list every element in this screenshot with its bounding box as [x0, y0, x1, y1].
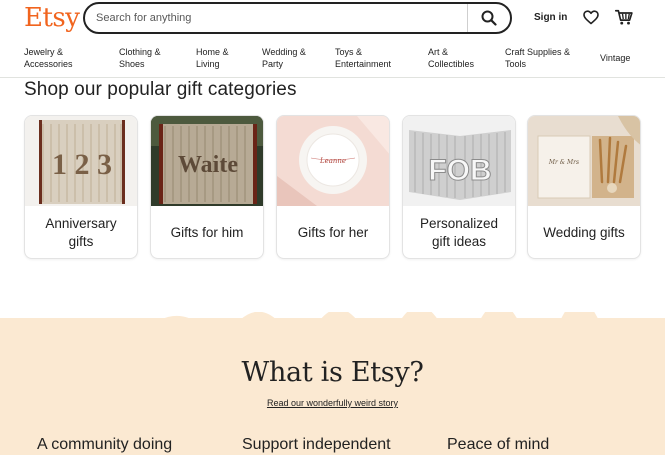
what-is-etsy-title: What is Etsy?	[241, 357, 424, 388]
gift-card-label-line: gift ideas	[431, 234, 487, 249]
heart-icon	[583, 10, 599, 25]
gift-card-image: Mr & Mrs	[528, 116, 640, 206]
nav-item-label: Wedding &	[262, 47, 306, 57]
gift-card-label: Personalized gift ideas	[407, 206, 511, 258]
gift-card-label: Wedding gifts	[543, 225, 625, 240]
gift-card-label: Gifts for her	[297, 225, 369, 240]
nav-item-label: Craft Supplies &	[505, 47, 571, 57]
nav-item-toys-entertainment[interactable]: Toys & Entertainment	[335, 46, 391, 70]
nav-item-vintage[interactable]: Vintage	[600, 52, 630, 64]
etsy-story-link[interactable]: Read our wonderfully weird story	[0, 398, 665, 408]
nav-item-label: Tools	[505, 59, 527, 69]
category-nav: Jewelry & Accessories Clothing & Shoes H…	[0, 46, 665, 72]
nav-item-label: Home &	[196, 47, 229, 57]
nav-item-label: Party	[262, 59, 284, 69]
nav-item-jewelry-accessories[interactable]: Jewelry & Accessories	[24, 46, 73, 70]
gift-card-image: Waite	[151, 116, 263, 206]
gift-card-image-text: Mr & Mrs	[548, 159, 579, 166]
nav-item-label: Toys &	[335, 47, 363, 57]
gift-card-image-text: Waite	[178, 152, 238, 178]
nav-item-label: Shoes	[119, 59, 145, 69]
gift-card-image-text: FOB	[428, 154, 491, 187]
etsy-logo[interactable]: Etsy	[24, 3, 80, 33]
gift-card-wedding[interactable]: Mr & Mrs Wedding gifts	[527, 115, 641, 259]
gift-card-image: 1 2 3	[25, 116, 137, 206]
cart-icon	[614, 9, 633, 25]
site-header: Etsy Sign in Jewelry & Accessories	[0, 0, 665, 78]
nav-item-label: Entertainment	[335, 59, 392, 69]
gift-card-label-line: Personalized	[419, 216, 499, 231]
cart-button[interactable]	[614, 9, 633, 31]
band-wave-edge	[0, 312, 665, 332]
favorites-button[interactable]	[583, 10, 599, 30]
search-bar[interactable]	[83, 2, 512, 34]
gift-card-image: FOB	[403, 116, 515, 206]
nav-item-art-collectibles[interactable]: Art & Collectibles	[428, 46, 474, 70]
nav-item-wedding-party[interactable]: Wedding & Party	[262, 46, 306, 70]
gift-card-personalized[interactable]: FOB Personalized gift ideas	[402, 115, 516, 259]
sign-in-link[interactable]: Sign in	[534, 12, 567, 23]
search-button[interactable]	[467, 4, 509, 32]
gift-card-image-text: 1 2 3	[52, 148, 112, 181]
nav-item-home-living[interactable]: Home & Living	[196, 46, 229, 70]
nav-item-label: Art &	[428, 47, 449, 57]
gift-card-label: Anniversary gifts	[29, 206, 133, 258]
nav-item-label: Clothing &	[119, 47, 161, 57]
community-heading: A community doing	[37, 436, 173, 453]
gift-card-image-text: Leanne	[319, 157, 346, 165]
nav-item-craft-supplies-tools[interactable]: Craft Supplies & Tools	[505, 46, 570, 70]
nav-item-label: Vintage	[600, 53, 631, 63]
nav-item-label: Living	[196, 59, 220, 69]
nav-item-label: Jewelry &	[24, 47, 64, 57]
gift-card-label-line: gifts	[68, 234, 94, 249]
gift-card-label: Gifts for him	[170, 225, 244, 240]
gift-card-for-her[interactable]: Leanne Gifts for her	[276, 115, 390, 259]
gift-card-image: Leanne	[277, 116, 389, 206]
search-icon	[481, 10, 497, 26]
gift-card-label-line: Anniversary	[45, 216, 117, 231]
search-input[interactable]	[96, 6, 467, 30]
gift-categories-title: Shop our popular gift categories	[24, 79, 297, 100]
nav-item-label: Collectibles	[428, 59, 475, 69]
peace-of-mind-heading: Peace of mind	[447, 436, 550, 453]
nav-item-clothing-shoes[interactable]: Clothing & Shoes	[119, 46, 161, 70]
support-independent-heading: Support independent	[242, 436, 391, 453]
gift-card-anniversary[interactable]: 1 2 3 Anniversary gifts	[24, 115, 138, 259]
nav-item-label: Accessories	[24, 59, 73, 69]
gift-card-for-him[interactable]: Waite Gifts for him	[150, 115, 264, 259]
